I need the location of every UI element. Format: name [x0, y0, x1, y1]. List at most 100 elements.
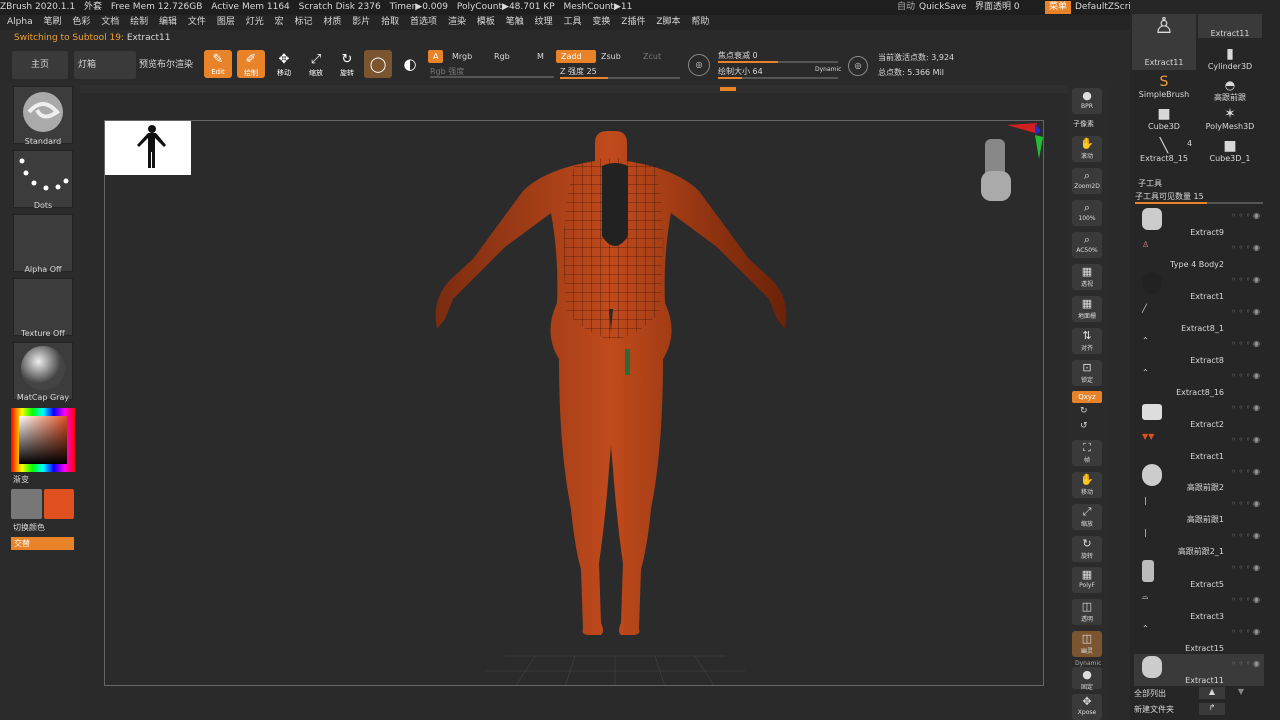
visibility-toggle[interactable]: ◦ ◦ ◦ ◉: [1231, 563, 1260, 572]
color-picker[interactable]: [11, 408, 75, 472]
canvas-viewport[interactable]: [104, 120, 1044, 686]
subtool-row[interactable]: ❘ ◦ ◦ ◦ ◉ 高跟前跟1: [1134, 494, 1264, 526]
home-tab[interactable]: 主页: [12, 51, 68, 79]
menu-button[interactable]: 菜单: [1045, 1, 1072, 14]
menu-item[interactable]: 文档: [101, 17, 119, 27]
focal-shift-icon[interactable]: ◎: [688, 54, 710, 76]
edit-button[interactable]: ✎ Edit: [204, 50, 232, 78]
menu-item[interactable]: 材质: [323, 17, 341, 27]
visibility-toggle[interactable]: ◦ ◦ ◦ ◉: [1231, 371, 1260, 380]
menu-item[interactable]: Z脚本: [656, 17, 680, 27]
move-down-button[interactable]: ▼: [1228, 687, 1254, 699]
subtool-row[interactable]: ❘ ◦ ◦ ◦ ◉ 高跟前跟2_1: [1134, 526, 1264, 558]
subtool-row[interactable]: ♙ ◦ ◦ ◦ ◉ Type 4 Body2: [1134, 238, 1264, 270]
visibility-toggle[interactable]: ◦ ◦ ◦ ◉: [1231, 627, 1260, 636]
move-button[interactable]: ✥ 移动: [270, 50, 298, 78]
color-square[interactable]: [19, 416, 67, 464]
menu-item[interactable]: 模板: [477, 17, 495, 27]
floor-grid-button[interactable]: ▦ 地面栅: [1072, 296, 1102, 322]
tool-thumb[interactable]: ■ Cube3D: [1132, 106, 1196, 138]
visibility-toggle[interactable]: ◦ ◦ ◦ ◉: [1231, 435, 1260, 444]
alpha-selector[interactable]: [13, 214, 73, 272]
menu-item[interactable]: 标记: [294, 17, 312, 27]
move-view-button[interactable]: ✋ 移动: [1072, 472, 1102, 498]
rgb-intensity-slider[interactable]: [430, 76, 554, 78]
visibility-toggle[interactable]: ◦ ◦ ◦ ◉: [1231, 659, 1260, 668]
subtool-row[interactable]: ⌃ ◦ ◦ ◦ ◉ Extract15: [1134, 622, 1264, 654]
material-sphere-button[interactable]: ◯: [364, 50, 392, 78]
half-size-button[interactable]: ⌕ AC50%: [1072, 232, 1102, 258]
menu-item[interactable]: 帮助: [691, 17, 709, 27]
ghost-button[interactable]: ◫ 幽灵: [1072, 631, 1102, 657]
transparency-button[interactable]: ◫ 透明: [1072, 599, 1102, 625]
menu-item[interactable]: 工具: [564, 17, 582, 27]
visibility-toggle[interactable]: ◦ ◦ ◦ ◉: [1231, 403, 1260, 412]
menu-item[interactable]: 色彩: [72, 17, 90, 27]
subtool-row[interactable]: ◦ ◦ ◦ ◉ Extract9: [1134, 206, 1264, 238]
subtool-row[interactable]: ⌓ ◦ ◦ ◦ ◉ Extract3: [1134, 590, 1264, 622]
draw-size-icon[interactable]: ◎: [848, 56, 868, 76]
frame-button[interactable]: ⛶ 帧: [1072, 440, 1102, 466]
polyframe-button[interactable]: ▦ PolyF: [1072, 567, 1102, 593]
menu-item[interactable]: 笔触: [506, 17, 524, 27]
menu-item[interactable]: 纹理: [535, 17, 553, 27]
tool-thumb[interactable]: ✶ PolyMesh3D: [1198, 106, 1262, 138]
new-folder-button[interactable]: 新建文件夹: [1134, 704, 1196, 715]
zadd-toggle[interactable]: Zadd: [556, 50, 596, 63]
menu-item[interactable]: 图层: [217, 17, 235, 27]
rotate-z-icon[interactable]: ↺: [1080, 421, 1088, 431]
rotate-button[interactable]: ↻ 旋转: [333, 50, 361, 78]
visibility-toggle[interactable]: ◦ ◦ ◦ ◉: [1231, 211, 1260, 220]
subtool-row[interactable]: ⌃ ◦ ◦ ◦ ◉ Extract8: [1134, 334, 1264, 366]
mrgb-toggle[interactable]: Mrgb: [447, 50, 477, 63]
xyz-toggle[interactable]: Qxyz: [1072, 391, 1102, 403]
menu-item[interactable]: 宏: [275, 17, 284, 27]
visibility-toggle[interactable]: ◦ ◦ ◦ ◉: [1231, 307, 1260, 316]
zsub-toggle[interactable]: Zsub: [596, 50, 626, 63]
menu-item[interactable]: 变换: [592, 17, 610, 27]
focal-shift-slider[interactable]: [718, 61, 838, 63]
texture-sphere-button[interactable]: ◐: [396, 50, 424, 78]
alternate-button[interactable]: 交替: [11, 537, 74, 550]
tool-thumb[interactable]: ■ Cube3D_1: [1198, 138, 1262, 170]
menu-item[interactable]: 笔刷: [43, 17, 61, 27]
subtool-row[interactable]: ◦ ◦ ◦ ◉ Extract2: [1134, 398, 1264, 430]
tool-thumb[interactable]: ♙ Extract11: [1132, 14, 1196, 70]
draw-size-slider[interactable]: [718, 77, 838, 79]
move-up-button[interactable]: ▲: [1199, 687, 1225, 699]
lock-button[interactable]: ⊡ 锁定: [1072, 360, 1102, 386]
menu-item[interactable]: 绘制: [130, 17, 148, 27]
scroll-button[interactable]: ✋ 滚动: [1072, 136, 1102, 162]
visibility-toggle[interactable]: ◦ ◦ ◦ ◉: [1231, 275, 1260, 284]
scale-view-button[interactable]: ⤢ 缩放: [1072, 504, 1102, 530]
tool-thumb[interactable]: Extract11: [1198, 14, 1262, 38]
menu-item[interactable]: Alpha: [7, 17, 33, 27]
local-button[interactable]: ⇅ 对齐: [1072, 328, 1102, 354]
rgb-toggle[interactable]: Rgb: [489, 50, 515, 63]
a-toggle[interactable]: A: [428, 50, 444, 63]
dynamic-toggle[interactable]: Dynamic: [815, 66, 841, 73]
draw-button[interactable]: ✐ 绘制: [237, 50, 265, 78]
z-intensity-slider[interactable]: [560, 77, 680, 79]
material-selector[interactable]: [13, 342, 73, 400]
menu-item[interactable]: 编辑: [159, 17, 177, 27]
visibility-toggle[interactable]: ◦ ◦ ◦ ◉: [1231, 467, 1260, 476]
visibility-toggle[interactable]: ◦ ◦ ◦ ◉: [1231, 531, 1260, 540]
main-color-swatch[interactable]: [44, 489, 74, 519]
menu-item[interactable]: 首选项: [410, 17, 437, 27]
bpr-button[interactable]: ● BPR: [1072, 88, 1102, 114]
brush-selector[interactable]: [13, 86, 73, 144]
visibility-toggle[interactable]: ◦ ◦ ◦ ◉: [1231, 499, 1260, 508]
tool-thumb[interactable]: S SimpleBrush: [1132, 74, 1196, 106]
menu-item[interactable]: 影片: [352, 17, 370, 27]
interface-transparency[interactable]: 界面透明 0: [975, 0, 1020, 15]
subtool-row-selected[interactable]: ◦ ◦ ◦ ◉ Extract11: [1134, 654, 1264, 686]
visibility-toggle[interactable]: ◦ ◦ ◦ ◉: [1231, 243, 1260, 252]
zcut-toggle[interactable]: Zcut: [638, 50, 666, 63]
stroke-selector[interactable]: [13, 150, 73, 208]
zoom2d-button[interactable]: ⌕ Zoom2D: [1072, 168, 1102, 194]
tool-thumb[interactable]: ▮ Cylinder3D: [1198, 46, 1262, 78]
actual-size-button[interactable]: ⌕ 100%: [1072, 200, 1102, 226]
xpose-button[interactable]: ✥ Xpose: [1072, 694, 1102, 720]
subtool-row[interactable]: ◦ ◦ ◦ ◉ Extract1: [1134, 270, 1264, 302]
